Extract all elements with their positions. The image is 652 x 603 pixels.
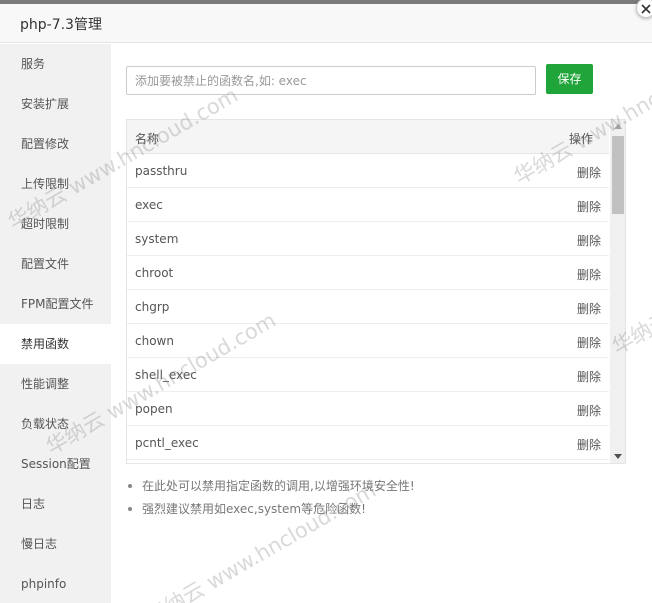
sidebar-item-load-status[interactable]: 负载状态 bbox=[0, 404, 111, 444]
sidebar-item-phpinfo[interactable]: phpinfo bbox=[0, 564, 111, 603]
delete-link[interactable]: 删除 bbox=[577, 266, 601, 283]
delete-link[interactable]: 删除 bbox=[577, 436, 601, 453]
sidebar: 服务 安装扩展 配置修改 上传限制 超时限制 配置文件 FPM配置文件 禁用函数… bbox=[0, 44, 111, 603]
column-header-name: 名称 bbox=[135, 132, 160, 146]
tip-item: 在此处可以禁用指定函数的调用,以增强环境安全性! bbox=[126, 476, 626, 498]
function-name-input[interactable] bbox=[126, 66, 536, 95]
delete-link[interactable]: 删除 bbox=[577, 368, 601, 385]
table-row: popen 删除 bbox=[127, 392, 609, 426]
scroll-down-arrow-icon[interactable] bbox=[614, 454, 622, 459]
sidebar-item-config-edit[interactable]: 配置修改 bbox=[0, 124, 111, 164]
close-icon bbox=[641, 4, 651, 14]
table-row: exec 删除 bbox=[127, 188, 609, 222]
delete-link[interactable]: 删除 bbox=[577, 300, 601, 317]
table-row: chgrp 删除 bbox=[127, 290, 609, 324]
table-row: pcntl_exec 删除 bbox=[127, 426, 609, 460]
sidebar-item-performance[interactable]: 性能调整 bbox=[0, 364, 111, 404]
scroll-thumb[interactable] bbox=[612, 136, 624, 214]
table-row: shell_exec 删除 bbox=[127, 358, 609, 392]
sidebar-item-log[interactable]: 日志 bbox=[0, 484, 111, 524]
function-name: shell_exec bbox=[135, 368, 197, 382]
table-header: 名称 操作 bbox=[127, 120, 609, 154]
delete-link[interactable]: 删除 bbox=[577, 198, 601, 215]
table-row: chown 删除 bbox=[127, 324, 609, 358]
sidebar-item-upload-limit[interactable]: 上传限制 bbox=[0, 164, 111, 204]
disabled-functions-table: 名称 操作 passthru 删除 exec 删除 system 删除 chro… bbox=[126, 119, 626, 464]
sidebar-item-disabled-functions[interactable]: 禁用函数 bbox=[0, 324, 111, 364]
tips-list: 在此处可以禁用指定函数的调用,以增强环境安全性! 强烈建议禁用如exec,sys… bbox=[126, 476, 626, 522]
sidebar-item-slow-log[interactable]: 慢日志 bbox=[0, 524, 111, 564]
close-button[interactable] bbox=[636, 0, 652, 18]
delete-link[interactable]: 删除 bbox=[577, 402, 601, 419]
scroll-up-arrow-icon[interactable] bbox=[614, 124, 622, 129]
delete-link[interactable]: 删除 bbox=[577, 232, 601, 249]
function-name: chgrp bbox=[135, 300, 170, 314]
column-header-action: 操作 bbox=[568, 132, 593, 146]
table-row: chroot 删除 bbox=[127, 256, 609, 290]
table-scrollbar[interactable] bbox=[610, 120, 625, 463]
sidebar-item-install-extension[interactable]: 安装扩展 bbox=[0, 84, 111, 124]
function-name: pcntl_exec bbox=[135, 436, 199, 450]
function-name: passthru bbox=[135, 164, 188, 178]
save-button[interactable]: 保存 bbox=[546, 64, 593, 94]
function-name: popen bbox=[135, 402, 173, 416]
sidebar-item-service[interactable]: 服务 bbox=[0, 44, 111, 84]
sidebar-item-session-config[interactable]: Session配置 bbox=[0, 444, 111, 484]
table-row: passthru 删除 bbox=[127, 154, 609, 188]
function-name: exec bbox=[135, 198, 163, 212]
sidebar-item-fpm-config[interactable]: FPM配置文件 bbox=[0, 284, 111, 324]
table-row: system 删除 bbox=[127, 222, 609, 256]
delete-link[interactable]: 删除 bbox=[577, 164, 601, 181]
title-bar: php-7.3管理 bbox=[0, 4, 652, 43]
function-name: system bbox=[135, 232, 179, 246]
function-name: chroot bbox=[135, 266, 174, 280]
function-name: chown bbox=[135, 334, 174, 348]
window-title: php-7.3管理 bbox=[20, 17, 102, 33]
delete-link[interactable]: 删除 bbox=[577, 334, 601, 351]
sidebar-item-timeout-limit[interactable]: 超时限制 bbox=[0, 204, 111, 244]
main-panel: 保存 名称 操作 passthru 删除 exec 删除 system 删除 c… bbox=[111, 44, 652, 603]
sidebar-item-config-file[interactable]: 配置文件 bbox=[0, 244, 111, 284]
tip-item: 强烈建议禁用如exec,system等危险函数! bbox=[126, 499, 626, 521]
